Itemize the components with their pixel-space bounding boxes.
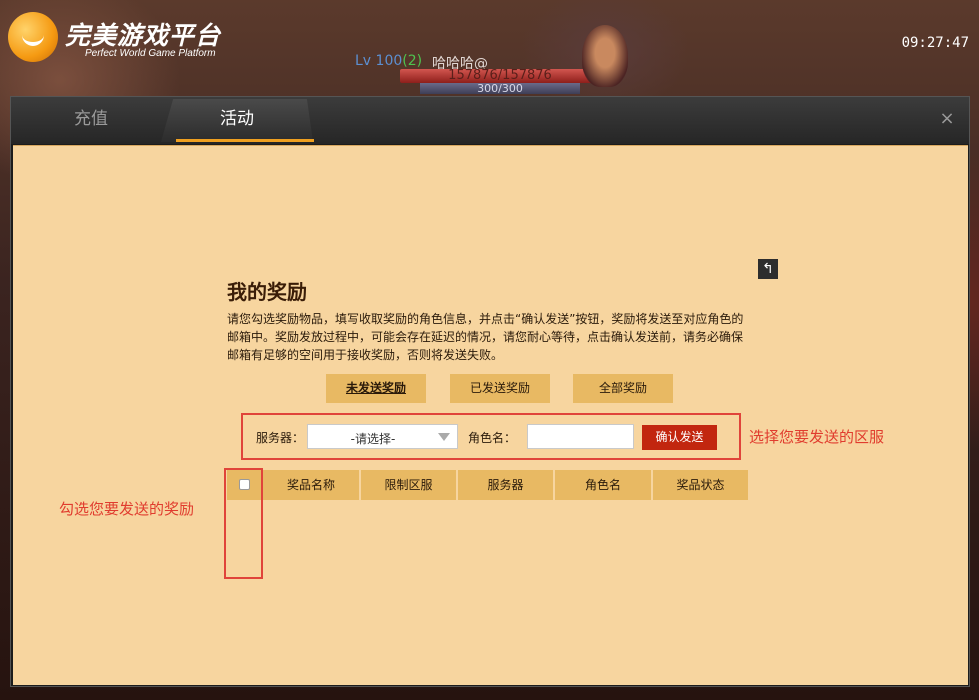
logo-title: 完美游戏平台: [65, 21, 222, 50]
hp-value: 157876/157876: [448, 68, 552, 83]
server-select[interactable]: -请选择-: [307, 424, 458, 449]
tab-bar: 充值 活动 ×: [11, 97, 969, 144]
clock: 09:27:47: [901, 35, 969, 51]
mp-value: 300/300: [477, 82, 523, 95]
filter-sent-button[interactable]: 已发送奖励: [450, 374, 550, 403]
rewards-description: 请您勾选奖励物品，填写收取奖励的角色信息，并点击“确认发送”按钮，奖励将发送至对…: [227, 312, 744, 362]
rewards-panel: ↰ 我的奖励 请您勾选奖励物品，填写收取奖励的角色信息，并点击“确认发送”按钮，…: [13, 145, 968, 685]
server-select-value: -请选择-: [350, 432, 396, 446]
role-name-input[interactable]: [527, 424, 634, 449]
activity-dialog: 充值 活动 × ↰ 我的奖励 请您勾选奖励物品，填写收取奖励的角色信息，并点击“…: [10, 96, 970, 687]
logo-icon: [8, 12, 58, 62]
server-label: 服务器：: [256, 431, 305, 445]
logo-subtitle: Perfect World Game Platform: [85, 48, 216, 59]
mp-bar: 300/300: [420, 82, 580, 95]
table-header-role-name: 角色名: [555, 470, 651, 500]
table-header-prize-name: 奖品名称: [263, 470, 359, 500]
player-avatar: [582, 25, 628, 87]
server-hint-annotation: 选择您要发送的区服: [749, 428, 885, 446]
server-selection-area: 服务器： -请选择- 角色名： 确认发送: [241, 413, 741, 460]
back-arrow-icon: ↰: [762, 261, 774, 277]
filter-unsent-button[interactable]: 未发送奖励: [326, 374, 426, 403]
player-hud: Lv 100(2) 哈哈哈@ 157876/157876 300/300: [350, 25, 628, 96]
close-button[interactable]: ×: [937, 109, 957, 129]
tab-activity[interactable]: 活动: [161, 99, 313, 142]
checkbox-highlight-box: [224, 468, 263, 579]
hp-bar: 157876/157876: [400, 68, 600, 83]
chevron-down-icon: [438, 433, 450, 441]
active-tab-indicator: [176, 139, 314, 142]
confirm-send-button[interactable]: 确认发送: [642, 425, 717, 450]
table-header-prize-status: 奖品状态: [653, 470, 748, 500]
role-name-label: 角色名：: [468, 431, 517, 445]
table-header-server-limit: 限制区服: [361, 470, 456, 500]
back-button[interactable]: ↰: [758, 259, 778, 279]
checkbox-hint-annotation: 勾选您要发送的奖励: [59, 500, 195, 518]
platform-logo: 完美游戏平台 Perfect World Game Platform: [8, 10, 223, 64]
page-title: 我的奖励: [227, 280, 307, 304]
tab-activity-label: 活动: [220, 109, 254, 129]
filter-all-button[interactable]: 全部奖励: [573, 374, 673, 403]
tab-recharge[interactable]: 充值: [11, 99, 171, 142]
table-header-server: 服务器: [458, 470, 553, 500]
player-level: Lv 100(2): [355, 53, 423, 69]
player-level-bonus: (2): [402, 53, 423, 69]
